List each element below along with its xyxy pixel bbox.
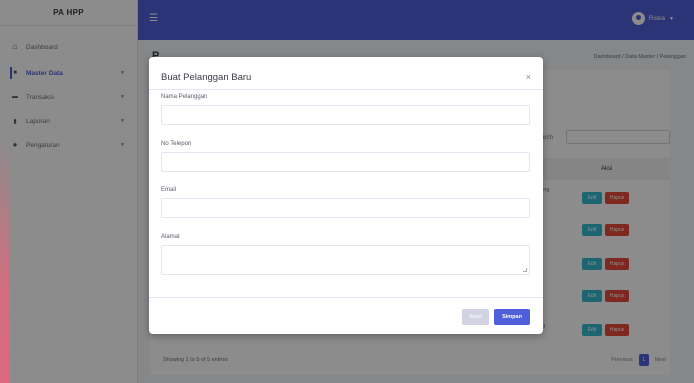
email-field[interactable] xyxy=(161,198,530,218)
save-button[interactable]: Simpan xyxy=(494,309,530,325)
divider xyxy=(149,297,543,298)
modal-title: Buat Pelanggan Baru xyxy=(161,72,252,83)
alamat-textarea[interactable] xyxy=(161,245,530,275)
cancel-button[interactable]: Batal xyxy=(462,309,489,325)
resize-handle[interactable] xyxy=(523,268,527,272)
no-telepon-field[interactable] xyxy=(161,152,530,172)
create-customer-modal: Buat Pelanggan Baru × Nama Pelanggan No … xyxy=(149,57,543,334)
alamat-label: Alamat xyxy=(161,234,180,240)
divider xyxy=(149,89,543,90)
nama-pelanggan-label: Nama Pelanggan xyxy=(161,94,208,100)
no-telepon-label: No Telepon xyxy=(161,141,192,147)
email-label: Email xyxy=(161,187,177,193)
nama-pelanggan-field[interactable] xyxy=(161,105,530,125)
decorative-accent xyxy=(0,140,10,383)
close-icon[interactable]: × xyxy=(526,72,531,82)
